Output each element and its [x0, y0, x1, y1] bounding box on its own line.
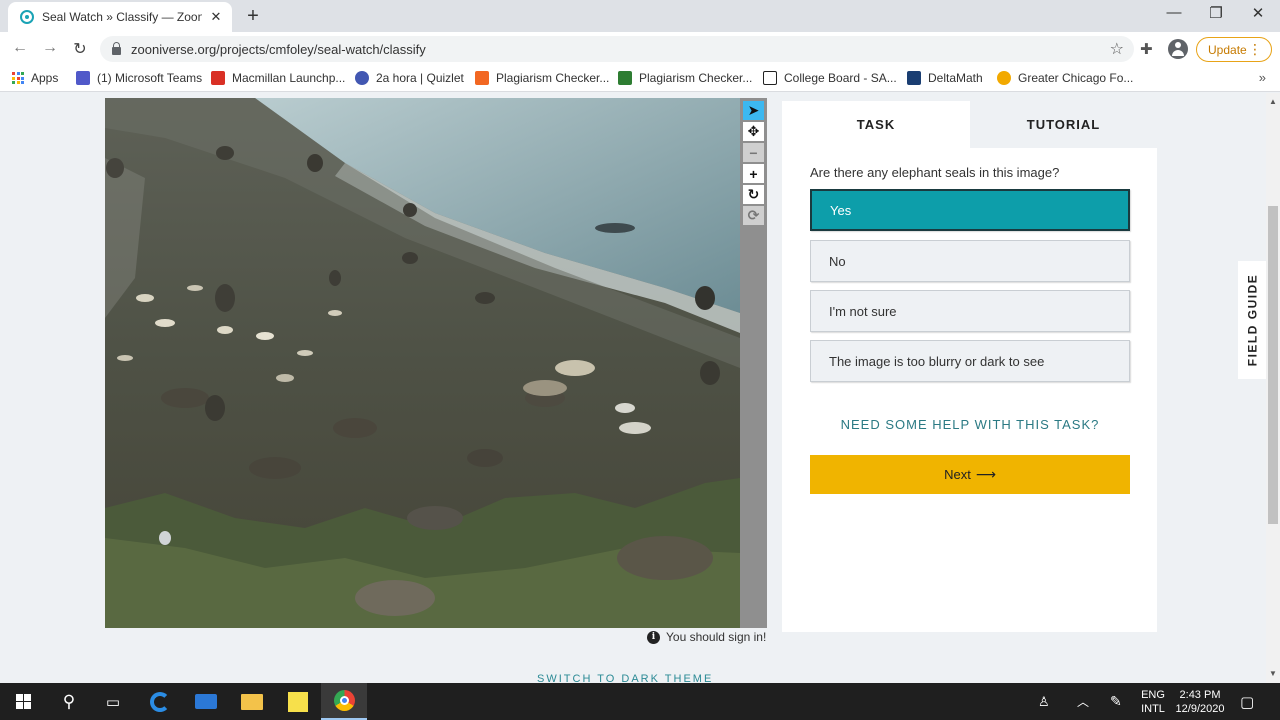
back-arrow-icon[interactable]: ← — [10, 39, 30, 57]
next-label: Next — [944, 467, 971, 482]
answer-label: Yes — [830, 202, 852, 218]
page-content: ➤ ✥ − + ↻ ⟳ i You should sign in! SWITCH… — [0, 93, 1280, 683]
rotate-icon[interactable]: ↻ — [743, 185, 764, 204]
plagiarism-icon-2 — [618, 71, 632, 85]
image-toolbar: ➤ ✥ − + ↻ ⟳ — [740, 98, 767, 628]
scroll-up-icon[interactable]: ▲ — [1269, 97, 1277, 106]
tab-task[interactable]: TASK — [782, 101, 970, 148]
answer-label: The image is too blurry or dark to see — [829, 353, 1045, 369]
answer-label: No — [829, 253, 846, 269]
task-tabs: TASK TUTORIAL — [782, 101, 1157, 148]
address-bar[interactable]: zooniverse.org/projects/cmfoley/seal-wat… — [100, 36, 1134, 62]
more-bookmarks-chevron-icon[interactable]: » — [1259, 70, 1266, 85]
start-button[interactable] — [0, 683, 46, 720]
browser-tab-strip: Seal Watch » Classify — Zooniverse ✕ + —… — [0, 0, 1280, 32]
update-label: Update — [1208, 42, 1247, 57]
next-button[interactable]: Next ⟶ — [810, 455, 1130, 494]
pen-icon[interactable]: ✎ — [1110, 683, 1122, 720]
search-icon[interactable]: ⚲ — [46, 683, 92, 720]
arrow-right-icon: ⟶ — [975, 466, 996, 482]
zoom-in-icon[interactable]: + — [743, 164, 764, 183]
page-scrollbar[interactable]: ▲ ▼ — [1266, 93, 1280, 683]
browser-tab[interactable]: Seal Watch » Classify — Zooniverse ✕ — [8, 2, 232, 32]
bookmark-plagiarism-checker-2[interactable]: Plagiarism Checker... — [618, 71, 752, 85]
notifications-icon[interactable]: ▢ — [1240, 683, 1254, 720]
url-text: zooniverse.org/projects/cmfoley/seal-wat… — [131, 41, 426, 57]
bookmark-greater-chicago[interactable]: Greater Chicago Fo... — [997, 71, 1133, 85]
field-guide-label: FIELD GUIDE — [1245, 273, 1260, 367]
bookmark-star-icon[interactable]: ☆ — [1110, 39, 1124, 59]
profile-avatar-icon[interactable] — [1168, 39, 1188, 59]
sticky-notes-icon[interactable] — [275, 683, 321, 720]
help-link[interactable]: NEED SOME HELP WITH THIS TASK? — [810, 417, 1130, 432]
forward-arrow-icon[interactable]: → — [40, 39, 60, 57]
sign-in-notice: i You should sign in! — [647, 630, 766, 644]
college-board-icon — [763, 71, 777, 85]
clock[interactable]: 2:43 PM 12/9/2020 — [1172, 683, 1228, 720]
file-explorer-icon[interactable] — [229, 683, 275, 720]
close-tab-icon[interactable]: ✕ — [208, 9, 224, 25]
answer-not-sure[interactable]: I'm not sure — [810, 290, 1130, 332]
bookmark-quizlet[interactable]: 2a hora | Quizlet — [355, 71, 464, 85]
zooniverse-favicon-icon — [20, 10, 34, 24]
deltamath-icon — [907, 71, 921, 85]
task-panel: TASK TUTORIAL Are there any elephant sea… — [782, 101, 1157, 632]
teams-icon — [76, 71, 90, 85]
scroll-down-icon[interactable]: ▼ — [1269, 669, 1277, 678]
maximize-button[interactable]: ❐ — [1204, 4, 1228, 22]
bookmark-macmillan[interactable]: Macmillan Launchp... — [211, 71, 345, 85]
plagiarism-icon — [475, 71, 489, 85]
zoom-out-icon[interactable]: − — [743, 143, 764, 162]
info-icon: i — [647, 630, 660, 644]
bookmark-college-board[interactable]: College Board - SA... — [763, 71, 897, 85]
tab-tutorial[interactable]: TUTORIAL — [970, 101, 1157, 148]
edge-icon[interactable] — [137, 683, 183, 720]
bookmark-apps[interactable]: Apps — [12, 71, 58, 85]
macmillan-icon — [211, 71, 225, 85]
greater-chicago-icon — [997, 71, 1011, 85]
browser-toolbar: ← → ↻ zooniverse.org/projects/cmfoley/se… — [0, 32, 1280, 66]
lock-icon — [112, 41, 121, 55]
browser-tab-title: Seal Watch » Classify — Zooniverse — [42, 10, 202, 24]
update-button[interactable]: Update ⋮ — [1196, 37, 1272, 62]
subject-image[interactable] — [105, 98, 740, 628]
chrome-icon[interactable] — [321, 683, 367, 720]
reset-icon[interactable]: ⟳ — [743, 206, 764, 225]
show-hidden-icons-chevron-icon[interactable]: ︿ — [1077, 683, 1089, 720]
windows-logo-icon — [15, 694, 31, 709]
minimize-button[interactable]: — — [1162, 4, 1186, 21]
bookmark-plagiarism-checker-1[interactable]: Plagiarism Checker... — [475, 71, 609, 85]
answer-too-blurry[interactable]: The image is too blurry or dark to see — [810, 340, 1130, 382]
move-icon[interactable]: ✥ — [743, 122, 764, 141]
quizlet-icon — [355, 71, 369, 85]
language-indicator[interactable]: ENG INTL — [1140, 683, 1166, 720]
answer-yes[interactable]: Yes — [810, 189, 1130, 231]
windows-taskbar: ⚲ ▭ ♙ ︿ ✎ ENG INTL 2:43 PM 12/9/2020 ▢ — [0, 683, 1280, 720]
answer-no[interactable]: No — [810, 240, 1130, 282]
task-view-icon[interactable]: ▭ — [90, 683, 136, 720]
apps-grid-icon — [12, 72, 24, 84]
switch-dark-theme-link[interactable]: SWITCH TO DARK THEME — [537, 673, 713, 683]
pointer-icon[interactable]: ➤ — [743, 101, 764, 120]
bookmarks-bar: Apps (1) Microsoft Teams Macmillan Launc… — [0, 66, 1280, 92]
mail-icon[interactable] — [183, 683, 229, 720]
reload-icon[interactable]: ↻ — [70, 39, 90, 59]
new-tab-button[interactable]: + — [242, 5, 264, 28]
bookmark-deltamath[interactable]: DeltaMath — [907, 71, 983, 85]
extensions-puzzle-icon[interactable]: ✚ — [1140, 40, 1153, 58]
people-icon[interactable]: ♙ — [1038, 683, 1050, 720]
field-guide-tab[interactable]: FIELD GUIDE — [1238, 261, 1266, 379]
menu-dots-icon: ⋮ — [1248, 41, 1262, 57]
bookmark-microsoft-teams[interactable]: (1) Microsoft Teams — [76, 71, 202, 85]
answer-label: I'm not sure — [829, 303, 897, 319]
task-question: Are there any elephant seals in this ima… — [810, 165, 1060, 180]
close-window-button[interactable]: ✕ — [1246, 4, 1270, 22]
scrollbar-thumb[interactable] — [1268, 206, 1278, 524]
